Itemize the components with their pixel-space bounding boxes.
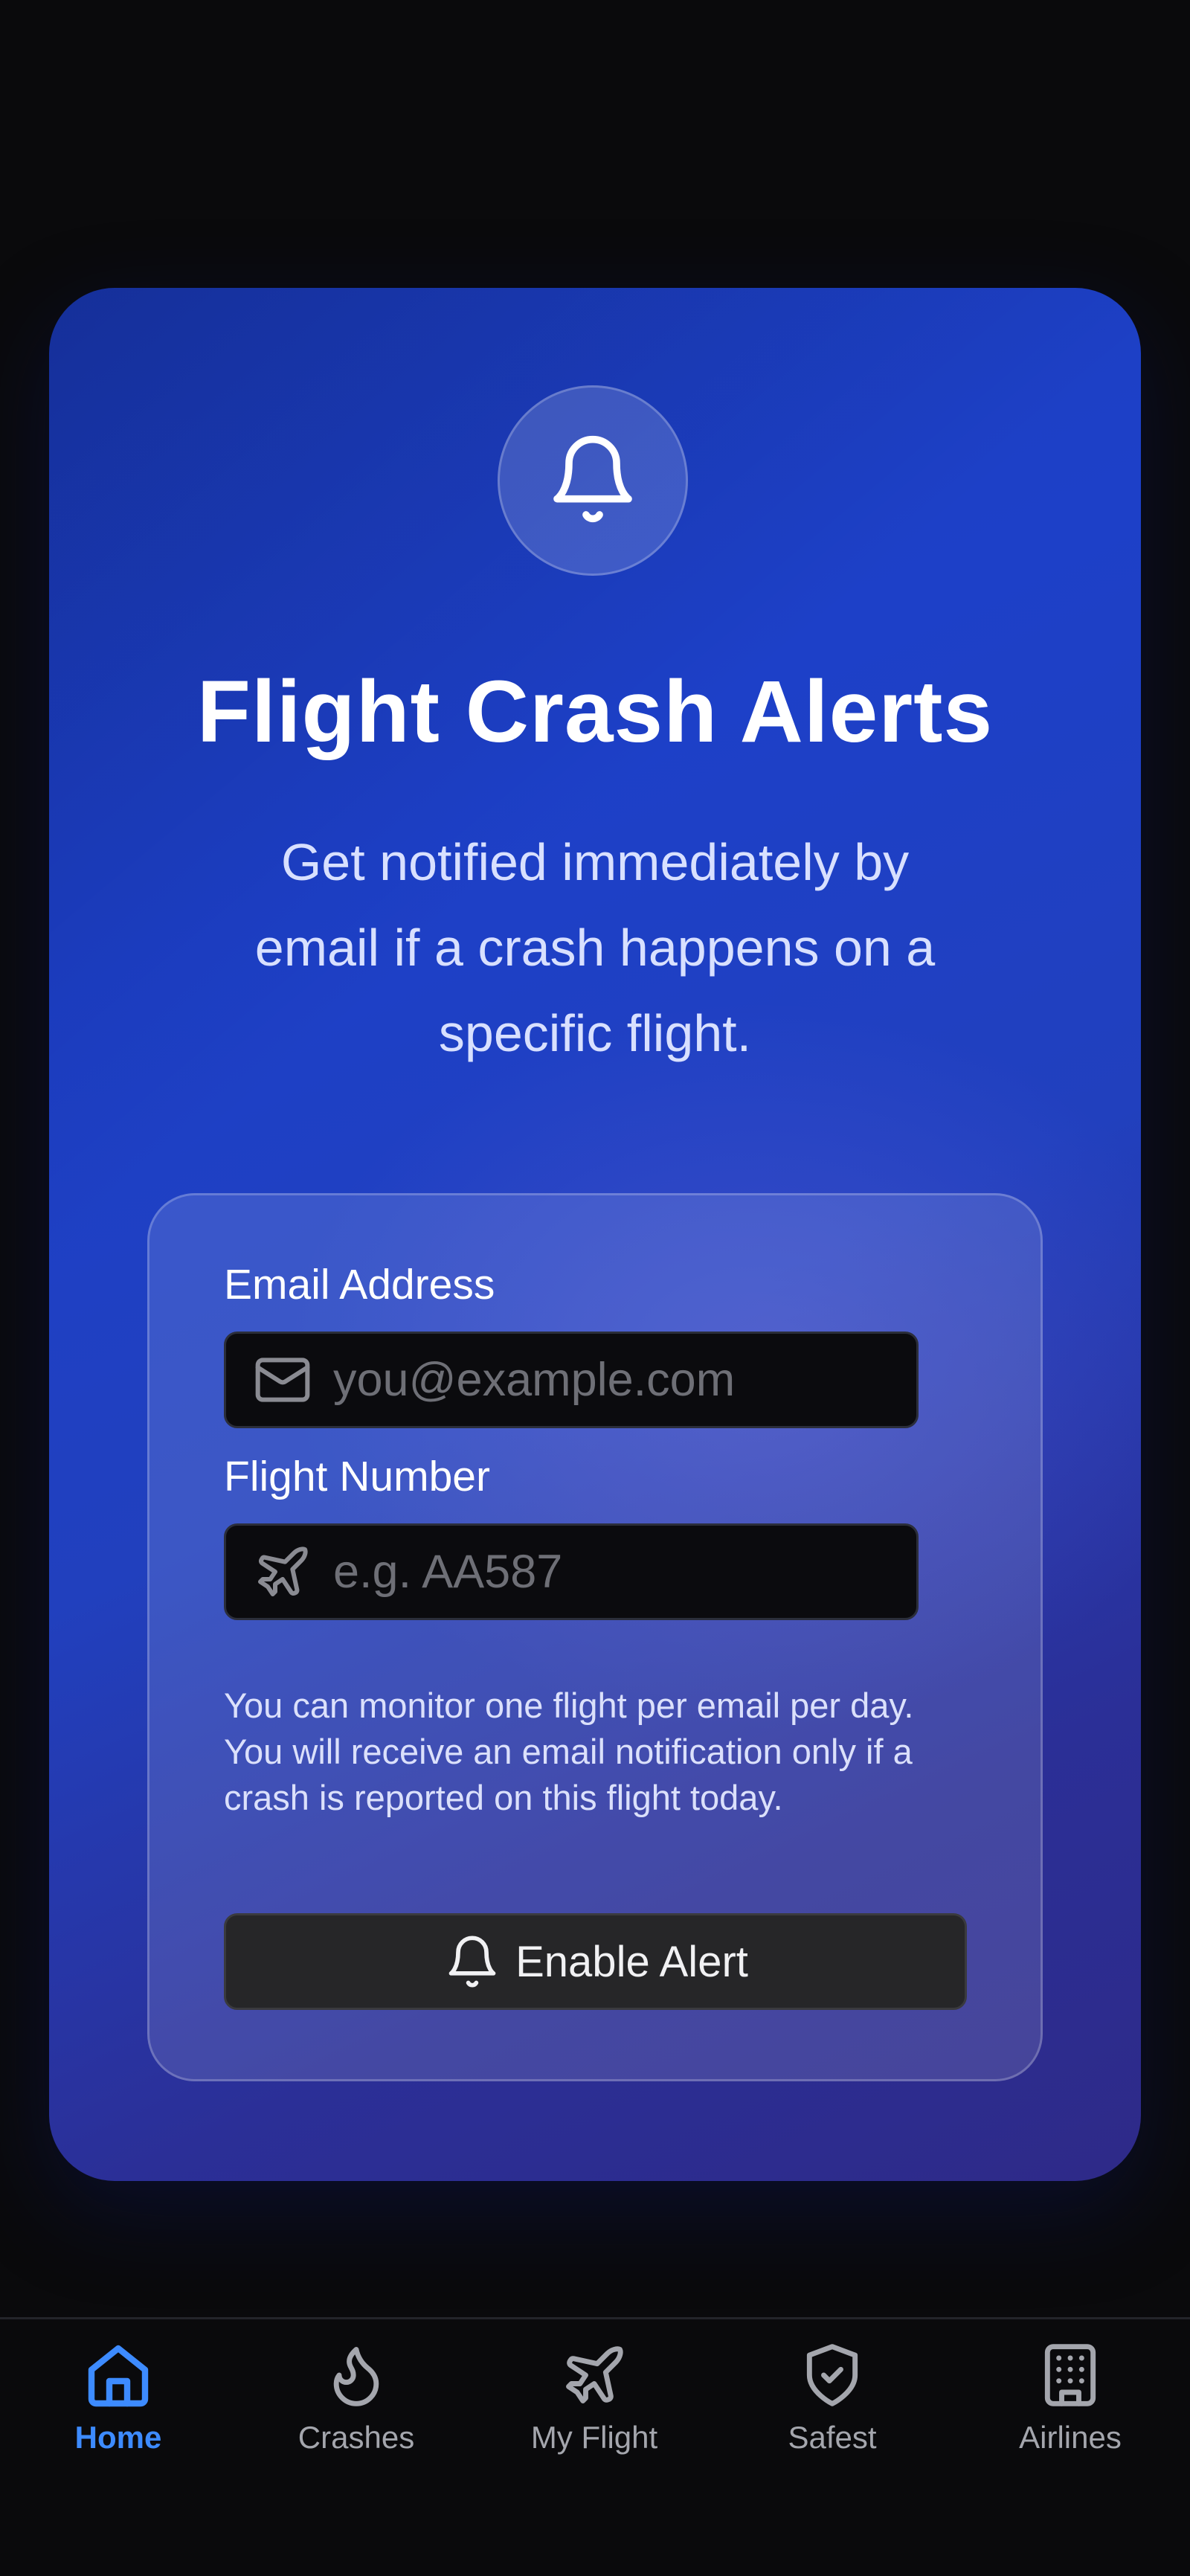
email-input[interactable] [333, 1353, 942, 1407]
nav-item-safest[interactable]: Safest [743, 2338, 922, 2487]
nav-label-home: Home [74, 2420, 162, 2455]
app-screen: Flight Crash Alerts Get notified immedia… [0, 0, 1190, 2576]
nav-label-airlines: Airlines [1019, 2420, 1122, 2455]
airplane-icon [557, 2338, 631, 2412]
mail-icon [253, 1350, 312, 1410]
help-text: You can monitor one flight per email per… [224, 1686, 914, 1817]
bell-icon [443, 1932, 502, 1991]
nav-item-crashes[interactable]: Crashes [267, 2338, 446, 2487]
nav-label-my-flight: My Flight [530, 2420, 658, 2455]
flight-number-input[interactable] [333, 1545, 942, 1599]
bottom-nav: Home Crashes My Flight Safest Airlines [0, 2319, 1190, 2576]
email-field[interactable] [224, 1332, 942, 1428]
email-label: Email Address [224, 1261, 495, 1308]
bell-badge [498, 385, 688, 576]
page-subtitle: Get notified immediately by email if a c… [254, 833, 936, 1062]
alert-form: Email Address Flight Number [147, 1193, 1043, 2081]
nav-item-my-flight[interactable]: My Flight [505, 2338, 684, 2487]
nav-label-safest: Safest [788, 2420, 877, 2455]
page-title: Flight Crash Alerts [196, 663, 994, 761]
enable-alert-label: Enable Alert [515, 1937, 748, 1986]
building-icon [1033, 2338, 1107, 2412]
flight-number-field[interactable] [224, 1523, 942, 1620]
home-icon [81, 2338, 155, 2412]
enable-alert-button[interactable]: Enable Alert [224, 1913, 967, 2010]
nav-item-home[interactable]: Home [29, 2338, 208, 2487]
bell-icon [545, 431, 640, 530]
airplane-icon [253, 1542, 312, 1602]
flame-icon [319, 2338, 393, 2412]
nav-item-airlines[interactable]: Airlines [981, 2338, 1160, 2487]
shield-check-icon [795, 2338, 869, 2412]
nav-label-crashes: Crashes [298, 2420, 415, 2455]
flight-number-label: Flight Number [224, 1453, 490, 1500]
alert-card: Flight Crash Alerts Get notified immedia… [49, 288, 1141, 2181]
